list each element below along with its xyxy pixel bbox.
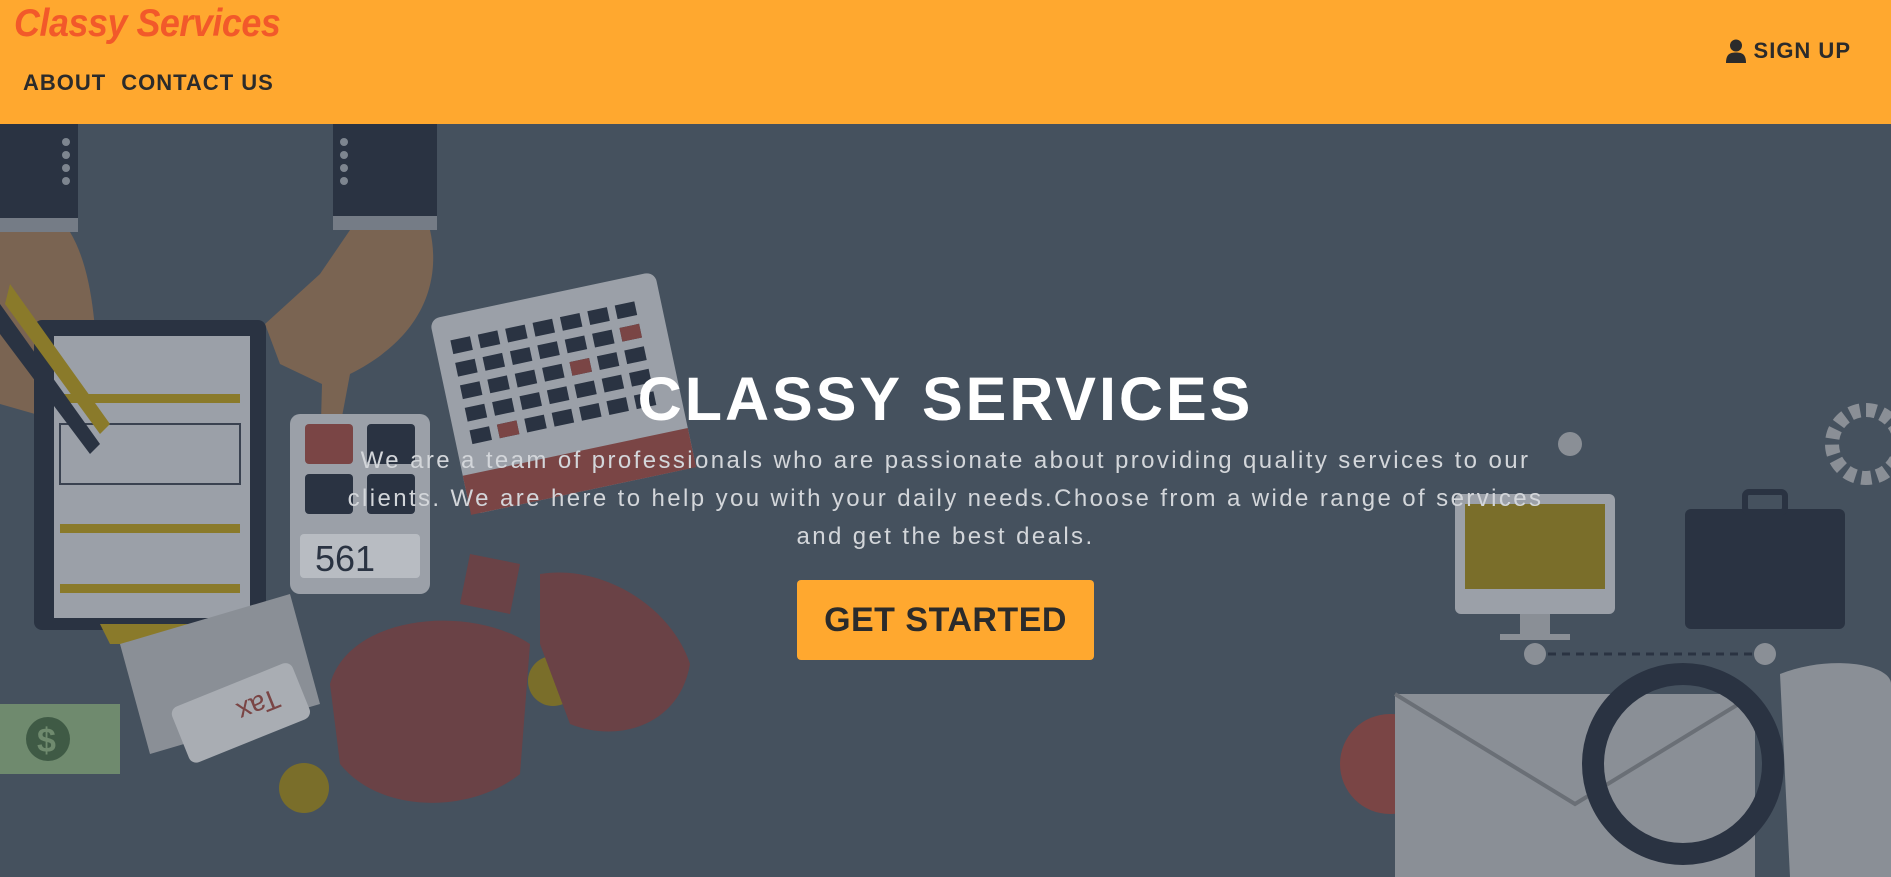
- hero-section: 561 Tax $ CLASSY SERVICES We are a team …: [0, 124, 1891, 877]
- hero-title: CLASSY SERVICES: [637, 365, 1254, 433]
- nav-link-contact-us[interactable]: CONTACT US: [121, 70, 274, 96]
- hero-content: CLASSY SERVICES We are a team of profess…: [0, 364, 1891, 660]
- get-started-button[interactable]: GET STARTED: [797, 580, 1094, 660]
- nav-link-about[interactable]: ABOUT: [23, 70, 106, 96]
- top-navbar: Classy Services ABOUT CONTACT US SIGN UP: [0, 0, 1891, 124]
- coin-illustration: [279, 763, 329, 813]
- sign-up-link[interactable]: SIGN UP: [1725, 38, 1851, 64]
- hero-description: We are a team of professionals who are p…: [347, 447, 1544, 550]
- brand-logo[interactable]: Classy Services: [14, 2, 281, 46]
- main-nav: ABOUT CONTACT US: [23, 70, 274, 96]
- sign-up-label: SIGN UP: [1753, 38, 1851, 63]
- dollar-bill-illustration: $: [0, 704, 120, 774]
- user-icon: [1725, 39, 1746, 63]
- dollar-sign-text: $: [37, 722, 56, 760]
